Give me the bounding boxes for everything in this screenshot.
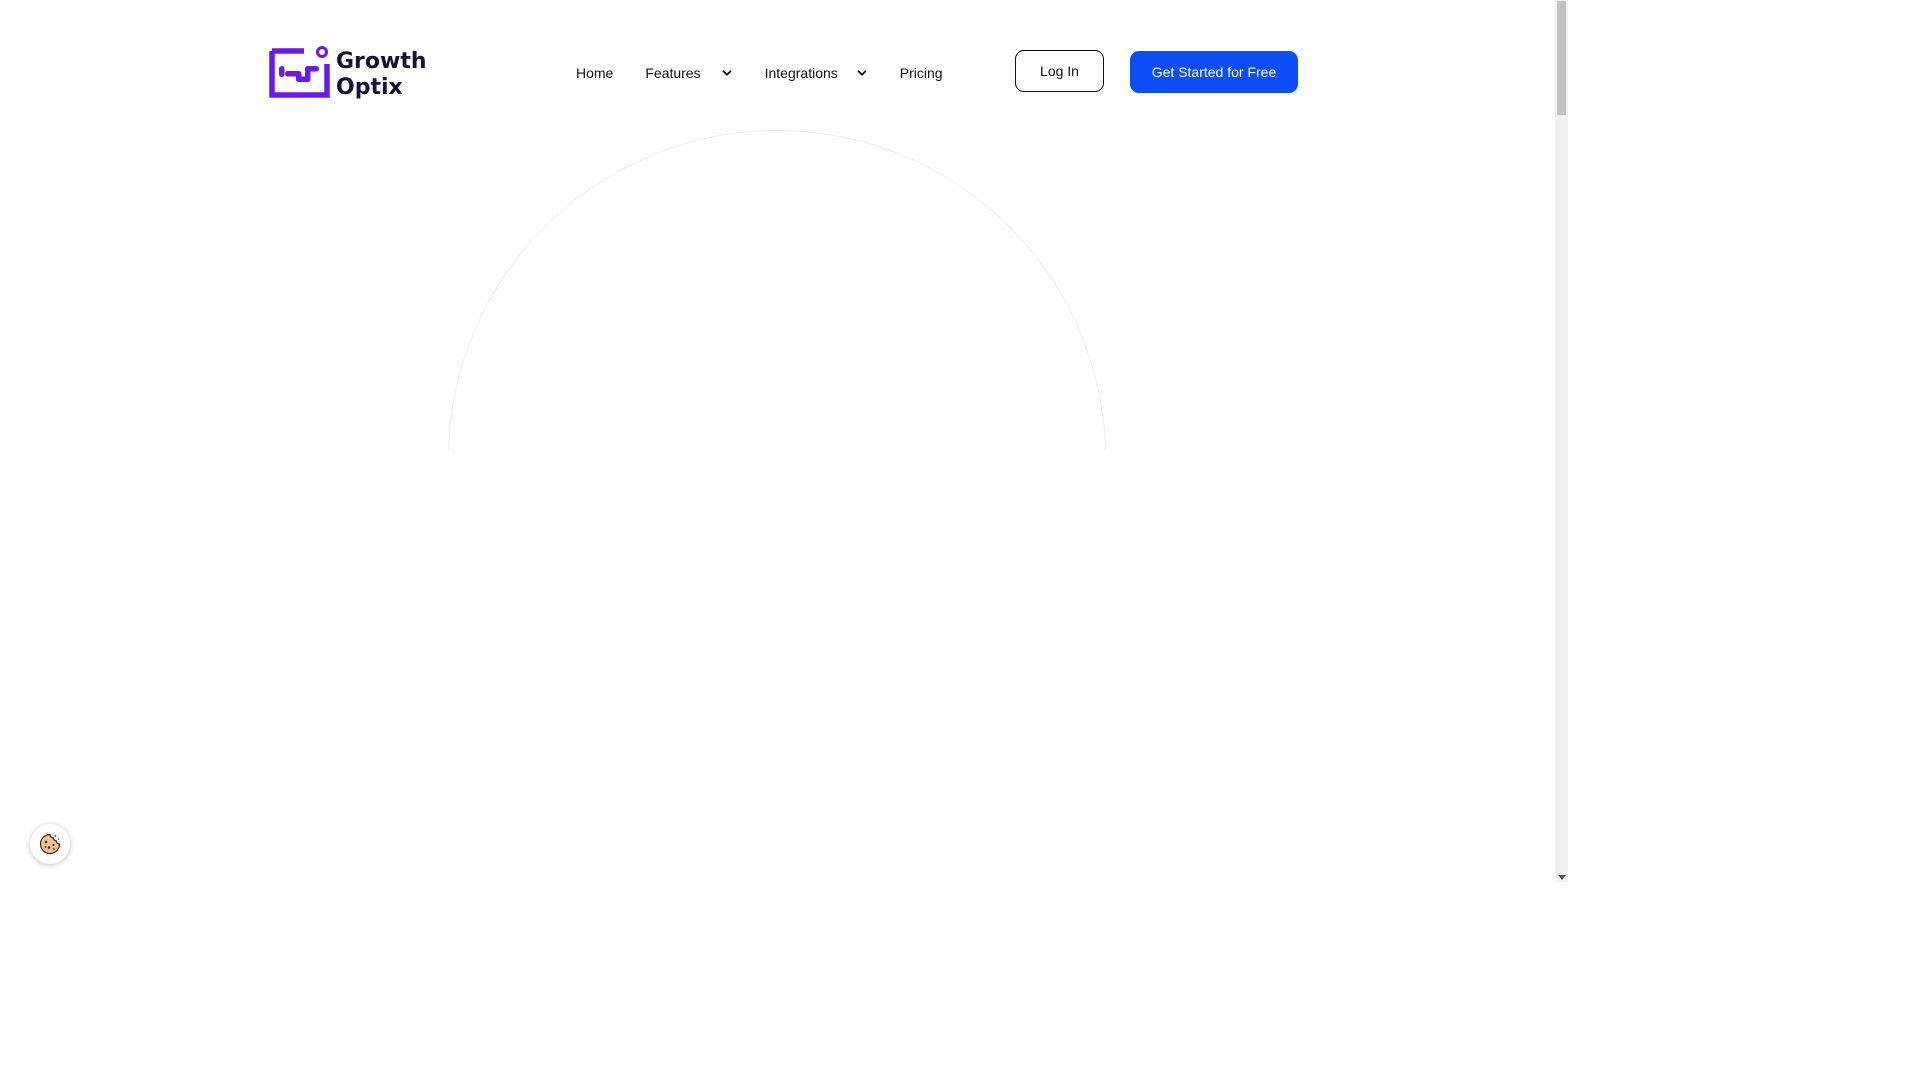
login-button[interactable]: Log In <box>1015 50 1104 92</box>
nav-integrations[interactable]: Integrations <box>749 58 884 88</box>
hero-arc-ring <box>448 130 1106 450</box>
page: Growth Optix Home Features Integrations <box>0 0 1568 882</box>
nav-integrations-label: Integrations <box>764 65 838 81</box>
logo-text-optix: Optix <box>336 75 403 100</box>
nav-pricing-label: Pricing <box>899 65 943 81</box>
scrollbar-thumb[interactable] <box>1557 1 1566 115</box>
logo-text-growth: Growth <box>336 49 427 74</box>
growth-optix-logo: Growth Optix <box>269 46 427 100</box>
nav-home[interactable]: Home <box>560 58 629 88</box>
scroll-down-arrow-icon[interactable] <box>1558 875 1566 880</box>
get-started-button[interactable]: Get Started for Free <box>1130 51 1298 93</box>
viewport: Growth Optix Home Features Integrations <box>0 0 1555 882</box>
logo-link[interactable]: Growth Optix <box>269 44 439 100</box>
chevron-down-icon <box>857 70 867 76</box>
main-nav: Home Features Integrations Pricing <box>560 58 959 88</box>
vertical-scrollbar[interactable] <box>1555 0 1568 882</box>
site-header: Growth Optix Home Features Integrations <box>0 0 1555 140</box>
cookie-icon <box>39 833 61 855</box>
cookie-settings-button[interactable] <box>30 824 70 864</box>
nav-home-label: Home <box>576 65 614 81</box>
nav-features[interactable]: Features <box>629 58 748 88</box>
chevron-down-icon <box>722 70 732 76</box>
nav-pricing[interactable]: Pricing <box>884 58 959 88</box>
nav-features-label: Features <box>645 65 701 81</box>
hero-decorative-arc <box>448 130 1108 450</box>
